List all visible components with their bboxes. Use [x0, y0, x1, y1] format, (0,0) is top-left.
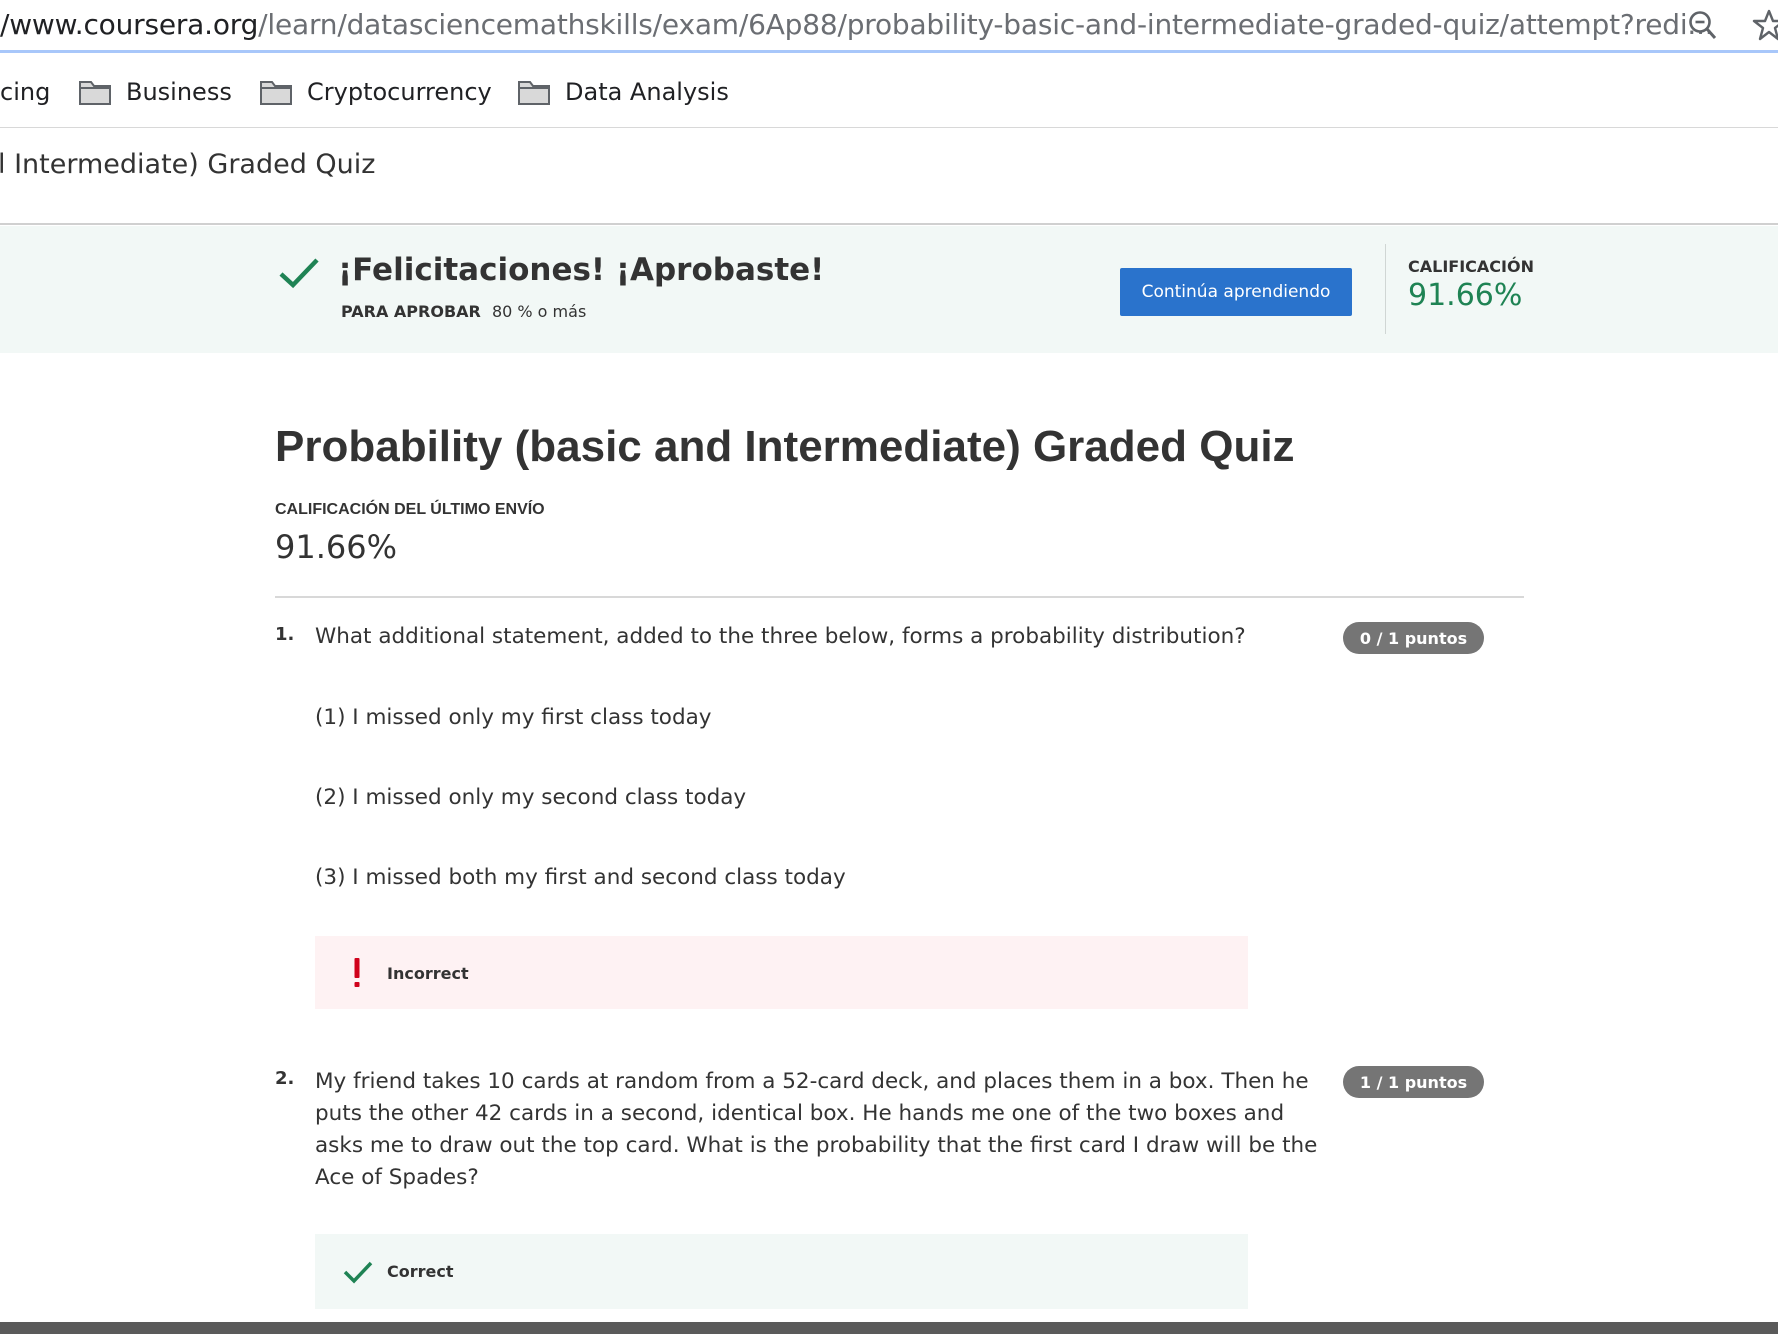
question-text-line: puts the other 42 cards in a second, ide…: [315, 1101, 1285, 1126]
bookmark-folder-data-analysis[interactable]: Data Analysis: [517, 76, 729, 108]
url-text[interactable]: /www.coursera.org/learn/datasciencemaths…: [0, 8, 1714, 41]
page-header: l Intermediate) Graded Quiz: [0, 129, 1778, 225]
bookmark-label: cing: [0, 78, 51, 106]
question-text: What additional statement, added to the …: [315, 624, 1246, 649]
question-statement: (3) I missed both my first and second cl…: [315, 865, 846, 890]
question-text-line: asks me to draw out the top card. What i…: [315, 1133, 1318, 1158]
question-text: My friend takes 10 cards at random from …: [315, 1066, 1317, 1194]
points-badge: 0 / 1 puntos: [1343, 622, 1484, 654]
address-bar-focus-line: [0, 50, 1778, 53]
pass-banner: ¡Felicitaciones! ¡Aprobaste! PARA APROBA…: [0, 226, 1778, 353]
pass-requirement: PARA APROBAR 80 % o más: [341, 302, 586, 321]
divider: [1385, 244, 1386, 334]
last-submission-label: CALIFICACIÓN DEL ÚLTIMO ENVÍO: [275, 501, 545, 518]
feedback-text: Correct: [387, 1262, 454, 1281]
folder-icon: [260, 81, 292, 105]
question-number: 2.: [275, 1068, 295, 1089]
exclamation-icon: [354, 958, 360, 987]
bookmarks-bar: cing Business Cryptocurrency Data Analys…: [0, 56, 1778, 128]
bookmark-label: Data Analysis: [565, 78, 729, 106]
grade-label: CALIFICACIÓN: [1408, 257, 1534, 276]
question-number: 1.: [275, 624, 295, 645]
bookmark-folder-business[interactable]: Business: [78, 76, 232, 108]
divider: [275, 596, 1524, 598]
folder-icon: [79, 81, 111, 105]
question-statement: (1) I missed only my first class today: [315, 705, 712, 730]
feedback-text: Incorrect: [387, 964, 469, 983]
zoom-icon[interactable]: [1688, 10, 1718, 42]
url-path: /learn/datasciencemathskills/exam/6Ap88/…: [258, 8, 1714, 41]
pass-requirement-value: 80 % o más: [491, 302, 587, 321]
window-bottom-edge: [0, 1322, 1778, 1334]
url-host: /www.coursera.org: [0, 8, 259, 41]
checkmark-icon: [343, 1261, 373, 1284]
feedback-incorrect: Incorrect: [315, 936, 1248, 1009]
bookmark-folder-cing[interactable]: cing: [0, 76, 50, 108]
grade-value: 91.66%: [1408, 278, 1523, 313]
points-badge: 1 / 1 puntos: [1343, 1066, 1484, 1098]
bookmark-label: Cryptocurrency: [307, 78, 492, 106]
browser-address-bar[interactable]: /www.coursera.org/learn/datasciencemaths…: [0, 0, 1778, 54]
last-submission-value: 91.66%: [275, 528, 398, 566]
bookmark-star-icon[interactable]: [1752, 8, 1778, 42]
checkmark-icon: [279, 258, 319, 289]
pass-message: ¡Felicitaciones! ¡Aprobaste!: [338, 252, 825, 288]
folder-icon: [518, 81, 550, 105]
pass-requirement-label: PARA APROBAR: [341, 302, 481, 321]
question-text-line: My friend takes 10 cards at random from …: [315, 1069, 1309, 1094]
feedback-correct: Correct: [315, 1234, 1248, 1309]
question-statement: (2) I missed only my second class today: [315, 785, 747, 810]
continue-learning-button[interactable]: Continúa aprendiendo: [1120, 268, 1352, 316]
bookmark-label: Business: [126, 78, 232, 106]
breadcrumb-title: l Intermediate) Graded Quiz: [0, 149, 376, 180]
quiz-title: Probability (basic and Intermediate) Gra…: [275, 422, 1295, 471]
question-text-line: Ace of Spades?: [315, 1165, 479, 1190]
bookmark-folder-cryptocurrency[interactable]: Cryptocurrency: [259, 76, 492, 108]
